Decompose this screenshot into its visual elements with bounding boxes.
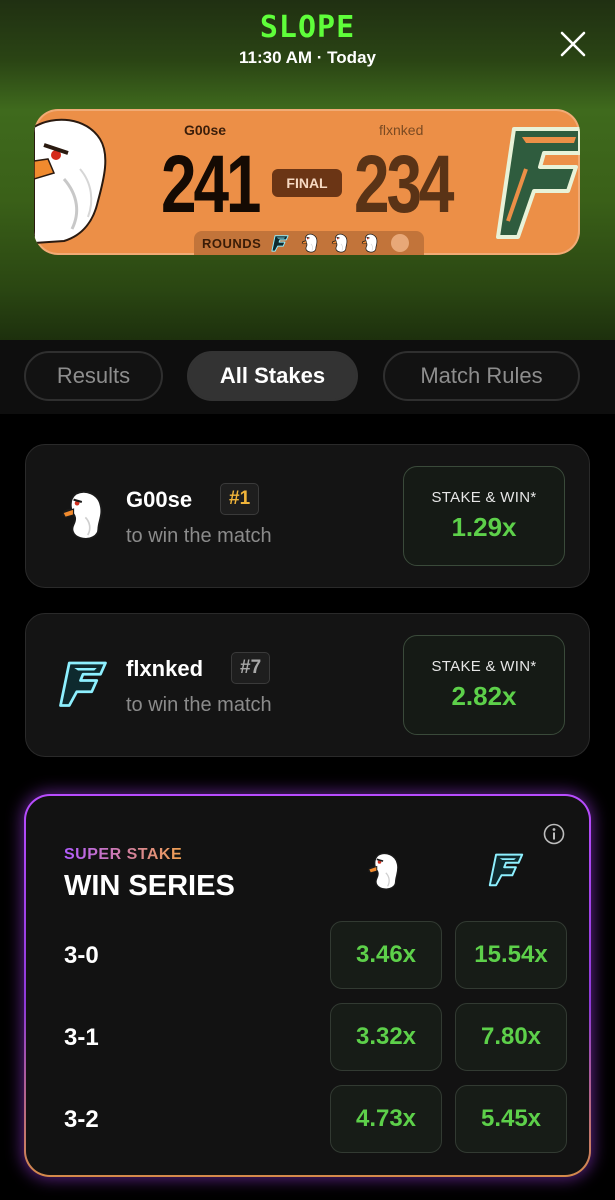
rank-badge: #1 <box>220 483 260 515</box>
round-5-empty <box>389 233 411 253</box>
match-time: 11:30 AM · Today <box>239 48 376 67</box>
goose-logo-icon <box>366 851 402 891</box>
series-score-label: 3-0 <box>64 942 99 969</box>
app-title: SLOPE <box>259 10 356 45</box>
stake-multiplier: 2.82x <box>451 681 517 711</box>
series-score-label: 3-1 <box>64 1024 99 1051</box>
super-stake-button[interactable]: 3.46x <box>330 921 442 989</box>
stake-card-goose: G00se #1 to win the match STAKE & WIN* 1… <box>25 444 590 588</box>
rank-badge: #7 <box>231 652 271 684</box>
round-4-goose-icon <box>359 233 381 253</box>
tab-results[interactable]: Results <box>24 351 163 401</box>
tab-match-rules[interactable]: Match Rules <box>383 351 580 401</box>
f-logo-icon <box>58 658 108 710</box>
player1-name: G00se <box>184 122 227 138</box>
player2-score: 234 <box>354 139 454 230</box>
round-2-goose-icon <box>299 233 321 253</box>
stake-card-flxnked: flxnked #7 to win the match STAKE & WIN*… <box>25 613 590 757</box>
player1-score: 241 <box>161 139 261 230</box>
stake-player-name: G00se <box>126 487 193 512</box>
tab-all-stakes[interactable]: All Stakes <box>187 351 358 401</box>
super-stake-button[interactable]: 3.32x <box>330 1003 442 1071</box>
stake-and-win-button[interactable]: STAKE & WIN* 1.29x <box>403 466 565 566</box>
round-1-f-icon <box>269 233 291 253</box>
player2-name: flxnked <box>379 122 424 138</box>
stake-player-name: flxnked <box>126 656 204 681</box>
super-stake-button[interactable]: 4.73x <box>330 1085 442 1153</box>
rounds-label: ROUNDS <box>202 235 262 251</box>
super-stake-title: WIN SERIES <box>64 870 235 902</box>
scoreboard: G00se flxnked 241 234 FINAL ROUNDS <box>34 109 580 255</box>
status-badge: FINAL <box>272 169 342 197</box>
stake-description: to win the match <box>126 525 272 547</box>
goose-logo-icon <box>58 489 108 541</box>
info-icon[interactable] <box>543 823 565 845</box>
super-stake-button[interactable]: 7.80x <box>455 1003 567 1071</box>
f-logo-icon <box>488 851 524 891</box>
header: SLOPE 11:30 AM · Today G00se flxnked 241… <box>0 0 615 340</box>
rounds-bar: ROUNDS <box>194 231 424 255</box>
stake-and-win-button[interactable]: STAKE & WIN* 2.82x <box>403 635 565 735</box>
series-score-label: 3-2 <box>64 1106 99 1133</box>
tab-bar: Results All Stakes Match Rules <box>0 340 615 414</box>
close-button[interactable] <box>553 26 593 62</box>
super-stake-button[interactable]: 15.54x <box>455 921 567 989</box>
f-logo-icon <box>496 109 580 255</box>
super-stake-card: SUPER STAKE WIN SERIES 3-0 3.46x 15.54x … <box>24 794 591 1177</box>
super-stake-label: SUPER STAKE <box>64 846 183 863</box>
super-stake-button[interactable]: 5.45x <box>455 1085 567 1153</box>
stake-button-label: STAKE & WIN* <box>431 489 537 506</box>
goose-logo-icon <box>34 109 114 255</box>
stake-button-label: STAKE & WIN* <box>431 658 537 675</box>
round-3-goose-icon <box>329 233 351 253</box>
stake-description: to win the match <box>126 694 272 716</box>
stake-multiplier: 1.29x <box>451 512 517 542</box>
close-icon <box>560 31 586 57</box>
